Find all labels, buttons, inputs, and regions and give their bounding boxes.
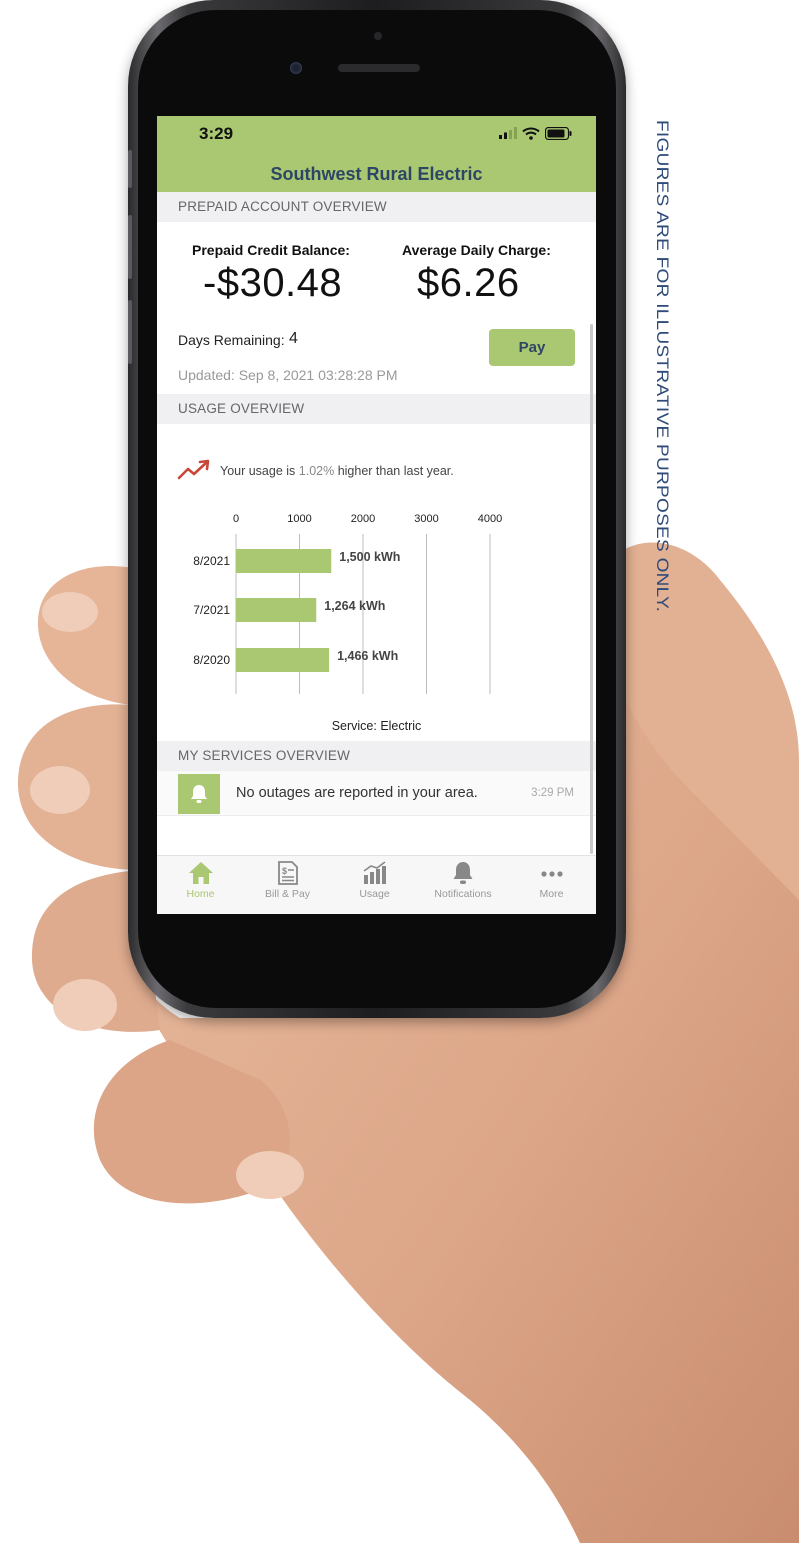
bell-icon — [191, 785, 207, 803]
bill-icon: $ — [277, 861, 298, 885]
section-prepaid-header: PREPAID ACCOUNT OVERVIEW — [157, 192, 596, 222]
section-usage-header: USAGE OVERVIEW — [157, 394, 596, 424]
usage-text-end: higher than last year. — [334, 464, 454, 478]
tab-label: Home — [186, 888, 215, 900]
chart-tick-label: 4000 — [478, 513, 502, 525]
days-remaining-label: Days Remaining: — [178, 332, 285, 348]
chart-tick-label: 2000 — [351, 513, 375, 525]
outage-alert-time: 3:29 PM — [531, 787, 574, 799]
nav-bar: Southwest Rural Electric — [157, 154, 596, 192]
status-bar: 3:29 — [157, 116, 596, 154]
tab-usage[interactable]: Usage — [331, 861, 418, 913]
usage-bar-chart: 0 1000 2000 3000 4000 8/2021 1,500 kWh 7/2021 1,… — [193, 513, 502, 694]
balance-label: Prepaid Credit Balance: — [192, 242, 350, 258]
status-icons — [499, 125, 572, 141]
alert-icon-box — [178, 774, 220, 814]
section-services-header: MY SERVICES OVERVIEW — [157, 741, 596, 771]
chart-tick-label: 1000 — [287, 513, 311, 525]
app-title: Southwest Rural Electric — [270, 164, 483, 184]
updated-timestamp: Updated: Sep 8, 2021 03:28:28 PM — [178, 367, 398, 383]
tab-more[interactable]: More — [508, 861, 595, 913]
chart-data-label: 1,500 kWh — [339, 550, 400, 564]
outage-alert-row[interactable]: No outages are reported in your area. 3:… — [157, 771, 596, 816]
chart-bar — [236, 549, 332, 573]
chart-category-label: 8/2021 — [193, 554, 230, 568]
signal-icon — [499, 127, 517, 139]
scrollbar[interactable] — [590, 324, 593, 854]
tab-bill-pay[interactable]: $ Bill & Pay — [244, 861, 331, 913]
status-time: 3:29 — [199, 124, 234, 143]
section-title: USAGE OVERVIEW — [178, 401, 305, 416]
tab-label: Bill & Pay — [265, 888, 310, 900]
svg-text:$: $ — [282, 866, 287, 876]
chart-tick-label: 3000 — [414, 513, 438, 525]
pay-button[interactable]: Pay — [489, 329, 575, 366]
chart-bar — [236, 648, 330, 672]
balance-value: -$30.48 — [203, 261, 343, 305]
disclaimer-caption: FIGURES ARE FOR ILLUSTRATIVE PURPOSES ON… — [652, 120, 671, 613]
usage-comparison-text: Your usage is 1.02% higher than last yea… — [220, 464, 454, 478]
section-title: PREPAID ACCOUNT OVERVIEW — [178, 199, 387, 214]
chart-category-label: 7/2021 — [193, 603, 230, 617]
home-icon — [188, 862, 213, 884]
outage-alert-text: No outages are reported in your area. — [236, 785, 478, 801]
wifi-icon — [522, 127, 540, 140]
chart-bar — [236, 598, 317, 622]
tab-home[interactable]: Home — [157, 861, 244, 913]
phone-volume-down — [128, 300, 132, 364]
tab-label: Usage — [359, 888, 390, 900]
days-remaining-value: 4 — [289, 330, 298, 347]
section-title: MY SERVICES OVERVIEW — [178, 748, 351, 763]
tab-notifications[interactable]: Notifications — [418, 861, 508, 913]
front-camera — [290, 62, 302, 74]
more-icon — [540, 871, 563, 877]
service-label: Service: Electric — [331, 719, 422, 733]
chart-category-label: 8/2020 — [193, 653, 230, 667]
usage-chart-icon — [363, 861, 386, 884]
battery-icon — [545, 126, 572, 140]
phone-speaker — [338, 64, 420, 72]
chart-data-label: 1,466 kWh — [337, 649, 398, 663]
tab-label: More — [539, 888, 564, 900]
trend-up-icon — [177, 459, 210, 480]
phone-side-button — [128, 150, 132, 188]
phone-sensor — [374, 32, 382, 40]
usage-text-start: Your usage is — [220, 464, 299, 478]
chart-tick-label: 0 — [233, 513, 239, 525]
bell-icon — [453, 862, 473, 884]
app-screen: 3:29 Southwest Rural Electric PREPAID AC… — [157, 116, 596, 914]
chart-data-label: 1,264 kWh — [324, 599, 385, 613]
phone-volume-up — [128, 215, 132, 279]
tab-bar: Home $ Bill & Pay Usage Notifications Mo… — [157, 855, 596, 914]
avg-daily-label: Average Daily Charge: — [402, 242, 551, 258]
tab-label: Notifications — [434, 888, 492, 900]
usage-percent: 1.02% — [298, 464, 335, 478]
avg-daily-value: $6.26 — [417, 261, 520, 305]
